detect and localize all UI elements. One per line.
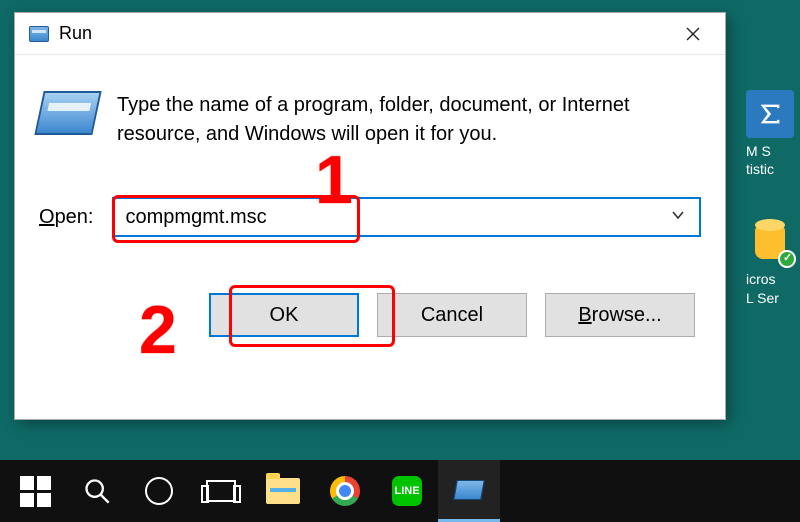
ok-button[interactable]: OK [209, 293, 359, 337]
chevron-down-icon[interactable] [667, 208, 689, 227]
run-icon [29, 26, 49, 42]
window-title: Run [59, 23, 665, 44]
task-view-button[interactable] [190, 460, 252, 522]
run-icon [453, 480, 485, 500]
open-label: Open: [39, 206, 94, 229]
sigma-icon [746, 90, 794, 138]
cortana-icon [145, 477, 173, 505]
cortana-button[interactable] [128, 460, 190, 522]
close-icon [685, 26, 701, 42]
line-app-button[interactable]: LINE [376, 460, 438, 522]
run-large-icon [34, 91, 101, 135]
desktop-icon-label: icrosL Ser [746, 270, 800, 306]
cancel-button[interactable]: Cancel [377, 293, 527, 337]
database-icon [746, 218, 794, 266]
desktop-icon-sql[interactable]: icrosL Ser [740, 218, 800, 306]
line-icon: LINE [392, 476, 422, 506]
desktop-icon-stats[interactable]: M Stistic [740, 90, 800, 178]
titlebar: Run [15, 13, 725, 55]
run-taskbar-button[interactable] [438, 460, 500, 522]
close-button[interactable] [665, 13, 721, 55]
task-view-icon [206, 480, 236, 502]
start-button[interactable] [4, 460, 66, 522]
file-explorer-button[interactable] [252, 460, 314, 522]
chrome-button[interactable] [314, 460, 376, 522]
windows-icon [20, 476, 51, 507]
taskbar: LINE [0, 460, 800, 522]
folder-icon [266, 478, 300, 504]
desktop-icon-label: M Stistic [746, 142, 800, 178]
chrome-icon [330, 476, 360, 506]
search-button[interactable] [66, 460, 128, 522]
browse-button[interactable]: Browse... [545, 293, 695, 337]
search-icon [83, 477, 111, 505]
open-combobox[interactable] [112, 197, 702, 237]
run-dialog: Run Type the name of a program, folder, … [14, 12, 726, 420]
instruction-text: Type the name of a program, folder, docu… [117, 91, 701, 149]
open-input[interactable] [124, 205, 668, 230]
button-row: OK Cancel Browse... [39, 293, 701, 337]
